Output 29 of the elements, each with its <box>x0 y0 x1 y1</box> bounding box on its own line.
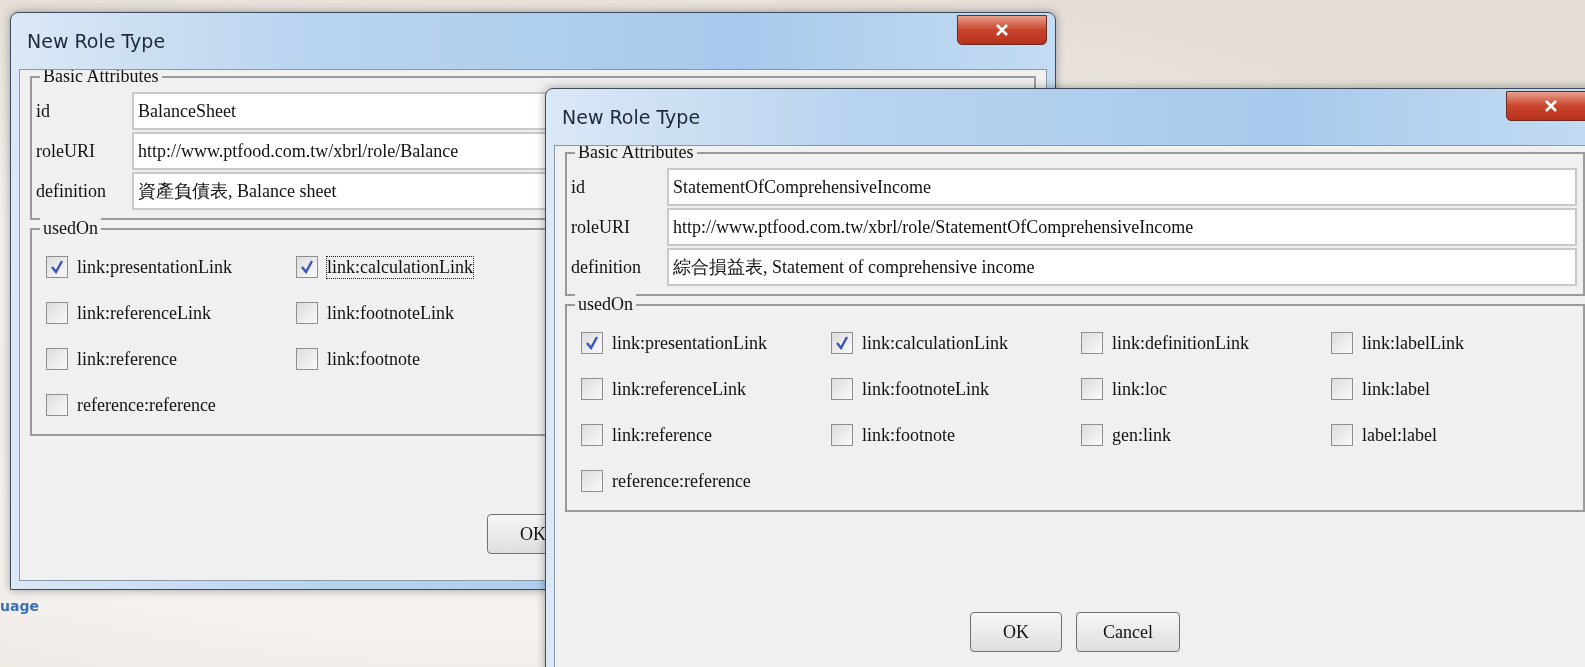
field-label: definition <box>571 255 642 279</box>
checkbox-label: label:label <box>1362 424 1437 446</box>
checkbox-label: link:referenceLink <box>77 302 211 324</box>
checkbox-label: link:label <box>1362 378 1430 400</box>
checkbox-label: link:definitionLink <box>1112 332 1249 354</box>
checkbox-label: link:footnote <box>862 424 955 446</box>
checkbox-label: link:labelLink <box>1362 332 1464 354</box>
checkbox-label: link:presentationLink <box>612 332 767 354</box>
checkbox-label: link:calculationLink <box>327 256 473 278</box>
checkbox-label: reference:reference <box>77 394 216 416</box>
checkbox-label: link:loc <box>1112 378 1167 400</box>
checkbox-label: link:presentationLink <box>77 256 232 278</box>
field-label: roleURI <box>36 139 96 163</box>
checkbox-label: link:reference <box>612 424 712 446</box>
checkbox-label: link:reference <box>77 348 177 370</box>
field-label: id <box>36 99 51 123</box>
checkbox-label: link:footnoteLink <box>862 378 989 400</box>
checkbox-label: link:referenceLink <box>612 378 746 400</box>
window-title: New Role Type <box>27 30 166 52</box>
window-title: New Role Type <box>562 106 701 128</box>
field-label: roleURI <box>571 215 631 239</box>
checkbox-label: link:footnote <box>327 348 420 370</box>
checkbox-label: reference:reference <box>612 470 751 492</box>
field-label: definition <box>36 179 107 203</box>
field-label: id <box>571 175 586 199</box>
checkbox-label: link:calculationLink <box>862 332 1008 354</box>
checkbox-label: link:footnoteLink <box>327 302 454 324</box>
checkbox-label: gen:link <box>1112 424 1171 446</box>
desktop-text: uage <box>0 598 39 614</box>
